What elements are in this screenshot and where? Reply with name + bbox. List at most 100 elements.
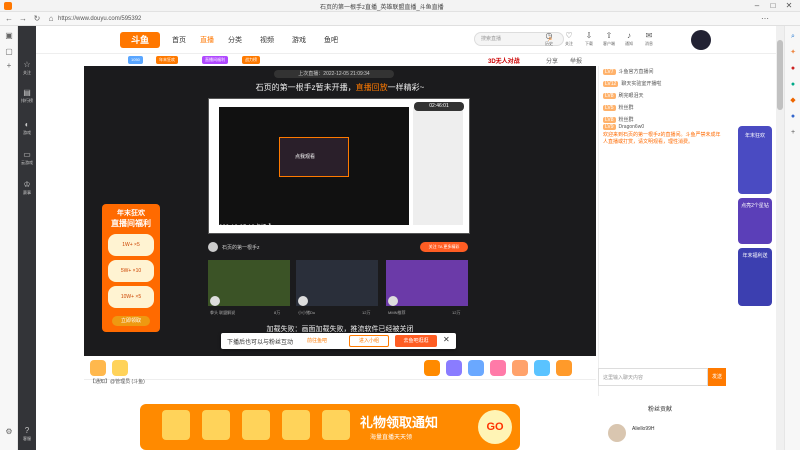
brand-logo: 3D无人对战	[488, 59, 520, 65]
promo-subtitle: 直播间福利	[111, 219, 151, 228]
tool-history[interactable]: ◷ 历史	[540, 31, 558, 46]
refresh-icon[interactable]: ↻	[32, 14, 42, 24]
address-bar: ← → ↻ ⌂ https://www.douyu.com/595392 ⋯	[0, 12, 800, 26]
avatar[interactable]	[691, 30, 711, 50]
sidebar-item-cloud-game[interactable]: ▭ 云游戏	[18, 150, 36, 172]
close-icon[interactable]: ✕	[443, 335, 450, 344]
card-thumbnail	[296, 260, 378, 306]
add-tab-icon[interactable]: +	[3, 60, 15, 72]
app-icon[interactable]: ●	[788, 64, 798, 74]
activity-card[interactable]: 点亮2个星钻	[738, 198, 772, 244]
report-button[interactable]: 举报	[570, 56, 582, 65]
gift-icon	[202, 410, 230, 440]
card-name: MMN推荐	[388, 310, 406, 315]
search-icon[interactable]: ⌕	[788, 32, 798, 42]
promo-row: 1W+ ×5	[108, 234, 154, 256]
welfare-promo[interactable]: 年末狂欢 直播间福利 1W+ ×5 5W+ ×10 10W+ ×5 立即领取	[102, 204, 160, 332]
site-logo[interactable]: 斗鱼	[120, 32, 160, 48]
replay-sidepanel	[413, 107, 463, 225]
replay-preview[interactable]: 点我观看	[208, 98, 470, 234]
sidebar-item-follow[interactable]: ☆ 关注	[18, 60, 36, 82]
sidebar-item-game[interactable]: ◐ 游戏	[18, 120, 36, 142]
browser-favicon-icon	[4, 2, 12, 10]
sidebar-item-rank[interactable]: ▤ 排行榜	[18, 88, 36, 110]
nav-games[interactable]: 游戏	[292, 35, 306, 45]
tool-notify[interactable]: ♪ 通知	[620, 31, 638, 46]
gift-icon[interactable]	[468, 360, 484, 376]
avatar[interactable]	[608, 424, 626, 442]
gift-icon[interactable]	[424, 360, 440, 376]
gift-notice-banner[interactable]: 礼物领取通知 海量直播天天领 GO	[140, 404, 520, 450]
activity-card[interactable]: 年末狂欢	[738, 126, 772, 194]
site-sidebar: ☆ 关注 ▤ 排行榜 ◐ 游戏 ▭ 云游戏 ♔ 赛事 ? 客服	[18, 26, 36, 450]
welfare-tag[interactable]: 直播间福利	[202, 56, 228, 64]
toast-link[interactable]: 前往鱼吧	[307, 337, 327, 344]
scrollbar-thumb[interactable]	[777, 40, 783, 110]
browser-right-sidebar: ⌕ ✦ ● ● ◆ ● +	[784, 26, 800, 450]
home-icon[interactable]: ⌂	[46, 14, 56, 24]
app-icon[interactable]: ●	[788, 112, 798, 122]
visit-fishbar-button[interactable]: 去鱼吧逛逛	[395, 335, 437, 347]
power-tag[interactable]: 战力榜	[242, 56, 260, 64]
follow-icon: ♡	[565, 31, 573, 40]
nav-fishbar[interactable]: 鱼吧	[324, 35, 338, 45]
sidebar-item-events[interactable]: ♔ 赛事	[18, 180, 36, 202]
gift-icon[interactable]	[556, 360, 572, 376]
gift-icon[interactable]	[512, 360, 528, 376]
forward-icon[interactable]: →	[18, 14, 28, 24]
page-scrollbar[interactable]	[776, 26, 784, 450]
nav-category[interactable]: 分类	[228, 35, 242, 45]
back-icon[interactable]: ←	[4, 14, 14, 24]
add-icon[interactable]: +	[788, 128, 798, 138]
minimize-icon[interactable]: –	[752, 1, 762, 11]
go-button[interactable]: GO	[478, 410, 512, 444]
settings-icon[interactable]: ⚙	[3, 426, 15, 438]
follow-button[interactable]: 关注 TA 更多精彩	[420, 242, 468, 252]
tool-client[interactable]: ⇧ 客户端	[600, 31, 618, 46]
anchor-name[interactable]: 石页的第一根手z	[222, 244, 260, 251]
activity-card[interactable]: 年末福利送	[738, 248, 772, 306]
app-icon[interactable]: ●	[788, 80, 798, 90]
close-window-icon[interactable]: ✕	[784, 1, 794, 11]
chat-input[interactable]: 这里输入聊天内容	[598, 368, 708, 386]
offline-message: 石页的第一根手z暂未开播，直播回放一样精彩~	[84, 82, 596, 93]
extension-icon[interactable]: ✦	[788, 48, 798, 58]
gift-icon[interactable]	[90, 360, 106, 376]
gift-icon[interactable]	[534, 360, 550, 376]
share-button[interactable]: 分享	[546, 56, 558, 65]
tool-follow[interactable]: ♡ 关注	[560, 31, 578, 46]
replay-link[interactable]: 直播回放	[356, 83, 388, 92]
event-tag[interactable]: 年末狂欢	[156, 56, 178, 64]
office-icon[interactable]: ◆	[788, 96, 798, 106]
offline-text: 石页的第一根手z暂未开播，	[255, 83, 356, 92]
tool-download[interactable]: ⇩ 下载	[580, 31, 598, 46]
cam-text: 点我观看	[295, 154, 316, 160]
card-avatar	[210, 296, 220, 306]
gift-icon	[282, 410, 310, 440]
rank-user-name[interactable]: Aliello99H	[632, 426, 655, 432]
nav-home[interactable]: 首页	[172, 35, 186, 45]
recommend-card[interactable]: MMN推荐 12万	[386, 260, 468, 320]
browser-menu-icon[interactable]: ⋯	[760, 14, 770, 24]
maximize-icon[interactable]: □	[768, 1, 778, 11]
recommend-card[interactable]: 小小猪Du 12万	[296, 260, 378, 320]
recommend-card[interactable]: 拳头 联盟解说 8万	[208, 260, 290, 320]
url-field[interactable]: https://www.douyu.com/595392	[58, 15, 358, 24]
nav-video[interactable]: 视频	[260, 35, 274, 45]
sidebar-toggle-icon[interactable]: ▣	[3, 30, 15, 42]
gift-icon[interactable]	[112, 360, 128, 376]
sidebar-item-help[interactable]: ? 客服	[18, 426, 36, 448]
nav-live[interactable]: 直播	[200, 35, 214, 45]
tab-icon[interactable]: ▢	[3, 46, 15, 58]
video-player[interactable]: 上次直播：2022-12-05 21:09:34 石页的第一根手z暂未开播，直播…	[84, 66, 596, 356]
chat-item: LV5 粉丝群	[603, 105, 634, 111]
gift-icon[interactable]	[490, 360, 506, 376]
tool-message[interactable]: ✉ 消息	[640, 31, 658, 46]
gift-icon[interactable]	[446, 360, 462, 376]
chat-item: LV7 斗鱼官方直播间	[603, 69, 654, 75]
chat-input-placeholder: 这里输入聊天内容	[603, 375, 644, 381]
send-button[interactable]: 发送	[708, 368, 726, 386]
promo-claim-button[interactable]: 立即领取	[112, 316, 150, 326]
anchor-avatar[interactable]	[208, 242, 218, 252]
join-group-button[interactable]: 进入小组	[349, 335, 389, 347]
